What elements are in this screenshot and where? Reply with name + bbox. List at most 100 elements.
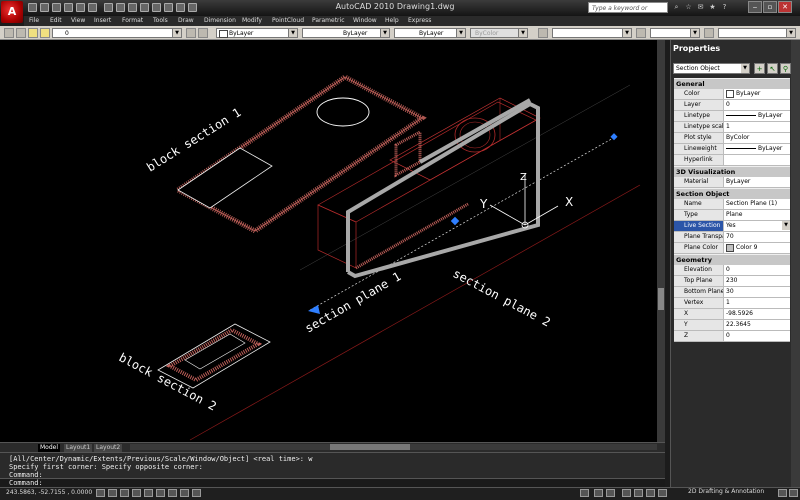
layer-properties-icon[interactable] <box>4 28 14 38</box>
menu-dimension[interactable]: Dimension <box>204 16 236 26</box>
search-icon[interactable]: ⌕ <box>672 3 681 12</box>
property-value[interactable] <box>724 155 790 165</box>
clean-screen-icon[interactable] <box>789 489 798 497</box>
dynamic-input-toggle[interactable] <box>192 489 201 497</box>
ortho-mode-toggle[interactable] <box>132 489 141 497</box>
property-section-header[interactable]: General <box>674 78 790 89</box>
redo-icon[interactable] <box>76 3 85 12</box>
menu-view[interactable]: View <box>71 16 85 26</box>
property-value[interactable]: Plane <box>724 210 790 220</box>
steering-wheel-icon[interactable] <box>646 489 655 497</box>
layer-previous-icon[interactable] <box>198 28 208 38</box>
property-row[interactable]: Name Section Plane (1) <box>674 199 790 210</box>
property-row[interactable]: Live Section Yes ▼ <box>674 221 790 232</box>
property-section-header[interactable]: Section Object <box>674 188 790 199</box>
snap-mode-toggle[interactable] <box>108 489 117 497</box>
grip-arrow-1[interactable] <box>308 305 320 314</box>
layer-dropdown[interactable]: 0 ▼ <box>52 28 182 38</box>
select-objects-icon[interactable]: ↖ <box>767 63 778 74</box>
property-value[interactable]: ByLayer <box>724 144 790 154</box>
communication-center-icon[interactable]: ✉ <box>696 3 705 12</box>
zoom-window-icon[interactable] <box>128 3 137 12</box>
property-row[interactable]: Vertex 1 <box>674 298 790 309</box>
linetype-dropdown[interactable]: ByLayer ▼ <box>302 28 390 38</box>
property-row[interactable]: Top Plane 230 <box>674 276 790 287</box>
property-row[interactable]: Material ByLayer <box>674 177 790 188</box>
property-row[interactable]: Plot style ByColor <box>674 133 790 144</box>
menu-format[interactable]: Format <box>122 16 143 26</box>
chevron-down-icon[interactable]: ▼ <box>782 221 790 230</box>
text-style-dropdown[interactable]: ▼ <box>552 28 632 38</box>
property-row[interactable]: Lineweight ByLayer <box>674 144 790 155</box>
zoom-previous-icon[interactable] <box>140 3 149 12</box>
property-row[interactable]: X -98.5926 <box>674 309 790 320</box>
property-row[interactable]: Plane Color Color 9 <box>674 243 790 254</box>
property-value[interactable]: 70 <box>724 232 790 242</box>
property-section-header[interactable]: Geometry <box>674 254 790 265</box>
multileader-style-dropdown[interactable]: ▼ <box>718 28 796 38</box>
property-value[interactable]: 1 <box>724 122 790 132</box>
menu-pointcloud[interactable]: PointCloud <box>272 16 304 26</box>
layer-state-icon[interactable] <box>16 28 26 38</box>
menu-window[interactable]: Window <box>353 16 377 26</box>
property-value[interactable]: ByLayer <box>724 177 790 187</box>
model-space-icon[interactable] <box>580 489 589 497</box>
property-value[interactable]: 30 <box>724 287 790 297</box>
property-value[interactable]: ByLayer <box>724 89 790 99</box>
quick-select-icon[interactable]: ⚲ <box>780 63 791 74</box>
quick-view-drawings-icon[interactable] <box>606 489 615 497</box>
dim-style-dropdown[interactable]: ▼ <box>650 28 700 38</box>
table-style-icon[interactable] <box>704 28 714 38</box>
property-value[interactable]: 0 <box>724 100 790 110</box>
menu-tools[interactable]: Tools <box>153 16 168 26</box>
pan-icon[interactable] <box>622 489 631 497</box>
plotstyle-dropdown[interactable]: ByColor ▼ <box>470 28 528 38</box>
annotation-scale-icon[interactable] <box>658 489 667 497</box>
property-value[interactable]: Section Plane (1) <box>724 199 790 209</box>
palette-title-strip[interactable] <box>791 40 800 487</box>
horizontal-scroll-thumb[interactable] <box>330 444 410 450</box>
property-row[interactable]: Linetype scale 1 <box>674 122 790 133</box>
tab-layout2[interactable]: Layout2 <box>94 444 123 452</box>
zoom-realtime-icon[interactable] <box>116 3 125 12</box>
property-row[interactable]: Bottom Plane 30 <box>674 287 790 298</box>
selection-dropdown[interactable]: Section Object ▼ <box>673 63 750 74</box>
tool-palettes-icon[interactable] <box>176 3 185 12</box>
menu-edit[interactable]: Edit <box>50 16 62 26</box>
property-value[interactable]: Color 9 <box>724 243 790 253</box>
object-snap-toggle[interactable] <box>156 489 165 497</box>
property-value[interactable]: 230 <box>724 276 790 286</box>
object-snap-tracking-toggle[interactable] <box>168 489 177 497</box>
property-section-header[interactable]: 3D Visualization <box>674 166 790 177</box>
property-value[interactable]: 22.3645 <box>724 320 790 330</box>
vertical-scrollbar[interactable] <box>657 40 665 442</box>
menu-express[interactable]: Express <box>408 16 431 26</box>
property-row[interactable]: Layer 0 <box>674 100 790 111</box>
infer-constraints-toggle[interactable] <box>96 489 105 497</box>
plot-icon[interactable] <box>88 3 97 12</box>
quick-view-layouts-icon[interactable] <box>594 489 603 497</box>
menu-insert[interactable]: Insert <box>94 16 111 26</box>
minimize-button[interactable]: ‒ <box>748 1 762 13</box>
property-value[interactable]: -98.5926 <box>724 309 790 319</box>
text-style-icon[interactable] <box>538 28 548 38</box>
properties-icon[interactable] <box>152 3 161 12</box>
command-line-input[interactable] <box>0 478 665 487</box>
favorites-icon[interactable]: ★ <box>708 3 717 12</box>
menu-file[interactable]: File <box>29 16 39 26</box>
drawing-area[interactable]: block section 1 block section 2 section … <box>0 40 663 442</box>
coordinate-readout[interactable]: 243.5863, -52.7155 , 0.0000 <box>6 489 92 496</box>
property-value[interactable]: 0 <box>724 265 790 275</box>
design-center-icon[interactable] <box>164 3 173 12</box>
save-icon[interactable] <box>52 3 61 12</box>
property-row[interactable]: Elevation 0 <box>674 265 790 276</box>
vertical-scroll-thumb[interactable] <box>658 288 664 310</box>
menu-draw[interactable]: Draw <box>178 16 194 26</box>
make-current-icon[interactable] <box>186 28 196 38</box>
property-value[interactable]: 0 <box>724 331 790 341</box>
grip-midpoint[interactable] <box>450 216 460 226</box>
menu-help[interactable]: Help <box>385 16 399 26</box>
dynamic-ucs-toggle[interactable] <box>180 489 189 497</box>
color-dropdown[interactable]: ByLayer ▼ <box>216 28 298 38</box>
property-row[interactable]: Linetype ByLayer <box>674 111 790 122</box>
